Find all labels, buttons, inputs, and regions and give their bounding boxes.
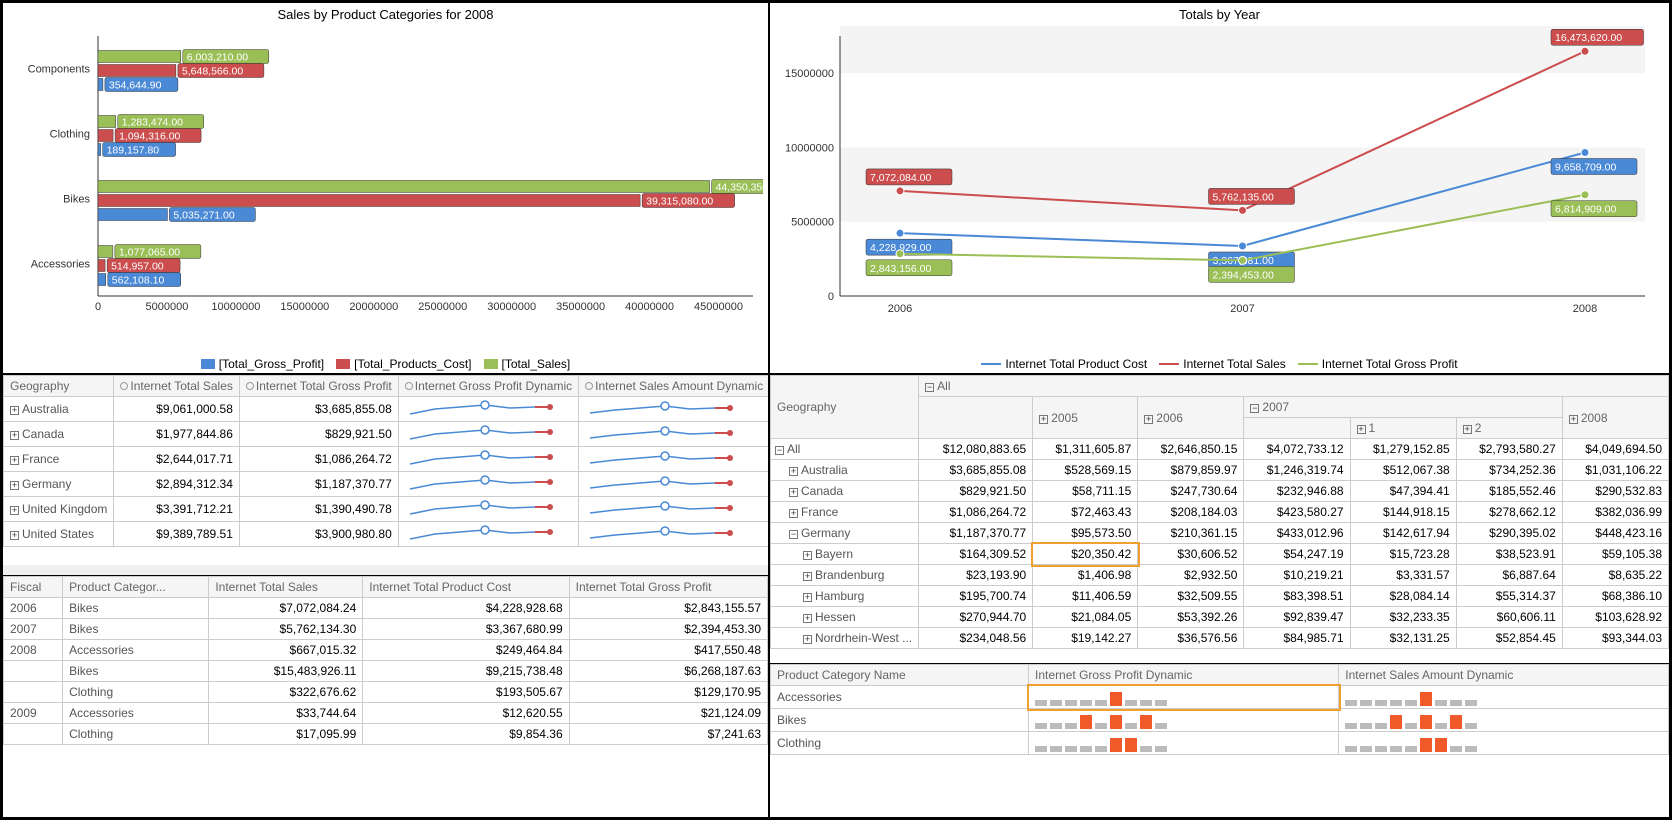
svg-text:9,658,709.00: 9,658,709.00 xyxy=(1555,161,1616,173)
svg-text:2,394,453.00: 2,394,453.00 xyxy=(1213,269,1274,281)
bar-chart: 0 5000000 10000000 15000000 20000000 25000000… xyxy=(3,26,763,336)
svg-text:10000000: 10000000 xyxy=(785,142,834,154)
svg-text:562,108.10: 562,108.10 xyxy=(112,275,165,287)
right-grids: Geography−All+2005+2006−2007+2008+1+2−Al… xyxy=(769,374,1670,818)
geography-grid[interactable]: GeographyInternet Total SalesInternet To… xyxy=(3,375,768,547)
svg-text:45000000: 45000000 xyxy=(694,301,743,313)
svg-text:354,644.90: 354,644.90 xyxy=(109,80,162,92)
fiscal-grid[interactable]: FiscalProduct Categor...Internet Total S… xyxy=(3,576,768,745)
svg-text:40000000: 40000000 xyxy=(625,301,674,313)
line-chart: 0500000010000000150000002006200720084,22… xyxy=(770,26,1665,336)
svg-text:6,814,909.00: 6,814,909.00 xyxy=(1555,204,1616,216)
svg-text:15000000: 15000000 xyxy=(785,68,834,80)
line-legend: Internet Total Product Cost Internet Tot… xyxy=(770,357,1669,371)
bar-chart-title: Sales by Product Categories for 2008 xyxy=(3,3,768,26)
svg-text:2007: 2007 xyxy=(1230,303,1254,315)
svg-text:15000000: 15000000 xyxy=(280,301,329,313)
bar-legend: [Total_Gross_Profit] [Total_Products_Cos… xyxy=(3,357,768,371)
line-chart-panel: Totals by Year 0 5000000 10000000 15000000 2… xyxy=(769,2,1670,374)
svg-text:1,094,316.00: 1,094,316.00 xyxy=(119,131,180,143)
svg-text:44,350,350.00: 44,350,350.00 xyxy=(716,182,763,194)
svg-text:25000000: 25000000 xyxy=(418,301,467,313)
svg-text:16,473,620.00: 16,473,620.00 xyxy=(1555,32,1622,44)
bar-chart-panel: Sales by Product Categories for 2008 0 50… xyxy=(2,2,769,374)
svg-text:Clothing: Clothing xyxy=(50,129,90,141)
svg-text:0: 0 xyxy=(95,301,101,313)
svg-text:7,072,084.00: 7,072,084.00 xyxy=(870,172,931,184)
svg-text:5000000: 5000000 xyxy=(791,217,834,229)
svg-text:39,315,080.00: 39,315,080.00 xyxy=(646,196,713,208)
svg-text:10000000: 10000000 xyxy=(211,301,260,313)
svg-text:514,957.00: 514,957.00 xyxy=(111,261,164,273)
svg-text:2,843,156.00: 2,843,156.00 xyxy=(870,263,931,275)
line-chart-title: Totals by Year xyxy=(770,3,1669,26)
svg-text:2006: 2006 xyxy=(888,303,912,315)
svg-text:0: 0 xyxy=(828,291,834,303)
svg-text:2008: 2008 xyxy=(1573,303,1597,315)
svg-text:5000000: 5000000 xyxy=(146,301,189,313)
svg-text:20000000: 20000000 xyxy=(349,301,398,313)
svg-text:Accessories: Accessories xyxy=(31,259,91,271)
svg-text:1,077,065.00: 1,077,065.00 xyxy=(119,247,180,259)
svg-text:Components: Components xyxy=(28,64,91,76)
svg-text:30000000: 30000000 xyxy=(487,301,536,313)
pivot-grid[interactable]: Geography−All+2005+2006−2007+2008+1+2−Al… xyxy=(770,375,1669,649)
svg-text:6,003,210.00: 6,003,210.00 xyxy=(187,52,248,64)
svg-text:1,283,474.00: 1,283,474.00 xyxy=(122,117,183,129)
svg-text:189,157.80: 189,157.80 xyxy=(107,145,160,157)
left-grids: GeographyInternet Total SalesInternet To… xyxy=(2,374,769,818)
svg-text:5,035,271.00: 5,035,271.00 xyxy=(173,210,234,222)
svg-text:Bikes: Bikes xyxy=(63,194,90,206)
svg-text:5,762,135.00: 5,762,135.00 xyxy=(1213,191,1274,203)
svg-text:35000000: 35000000 xyxy=(556,301,605,313)
spark-grid[interactable]: Product Category NameInternet Gross Prof… xyxy=(770,664,1669,755)
svg-text:5,648,566.00: 5,648,566.00 xyxy=(182,66,243,78)
